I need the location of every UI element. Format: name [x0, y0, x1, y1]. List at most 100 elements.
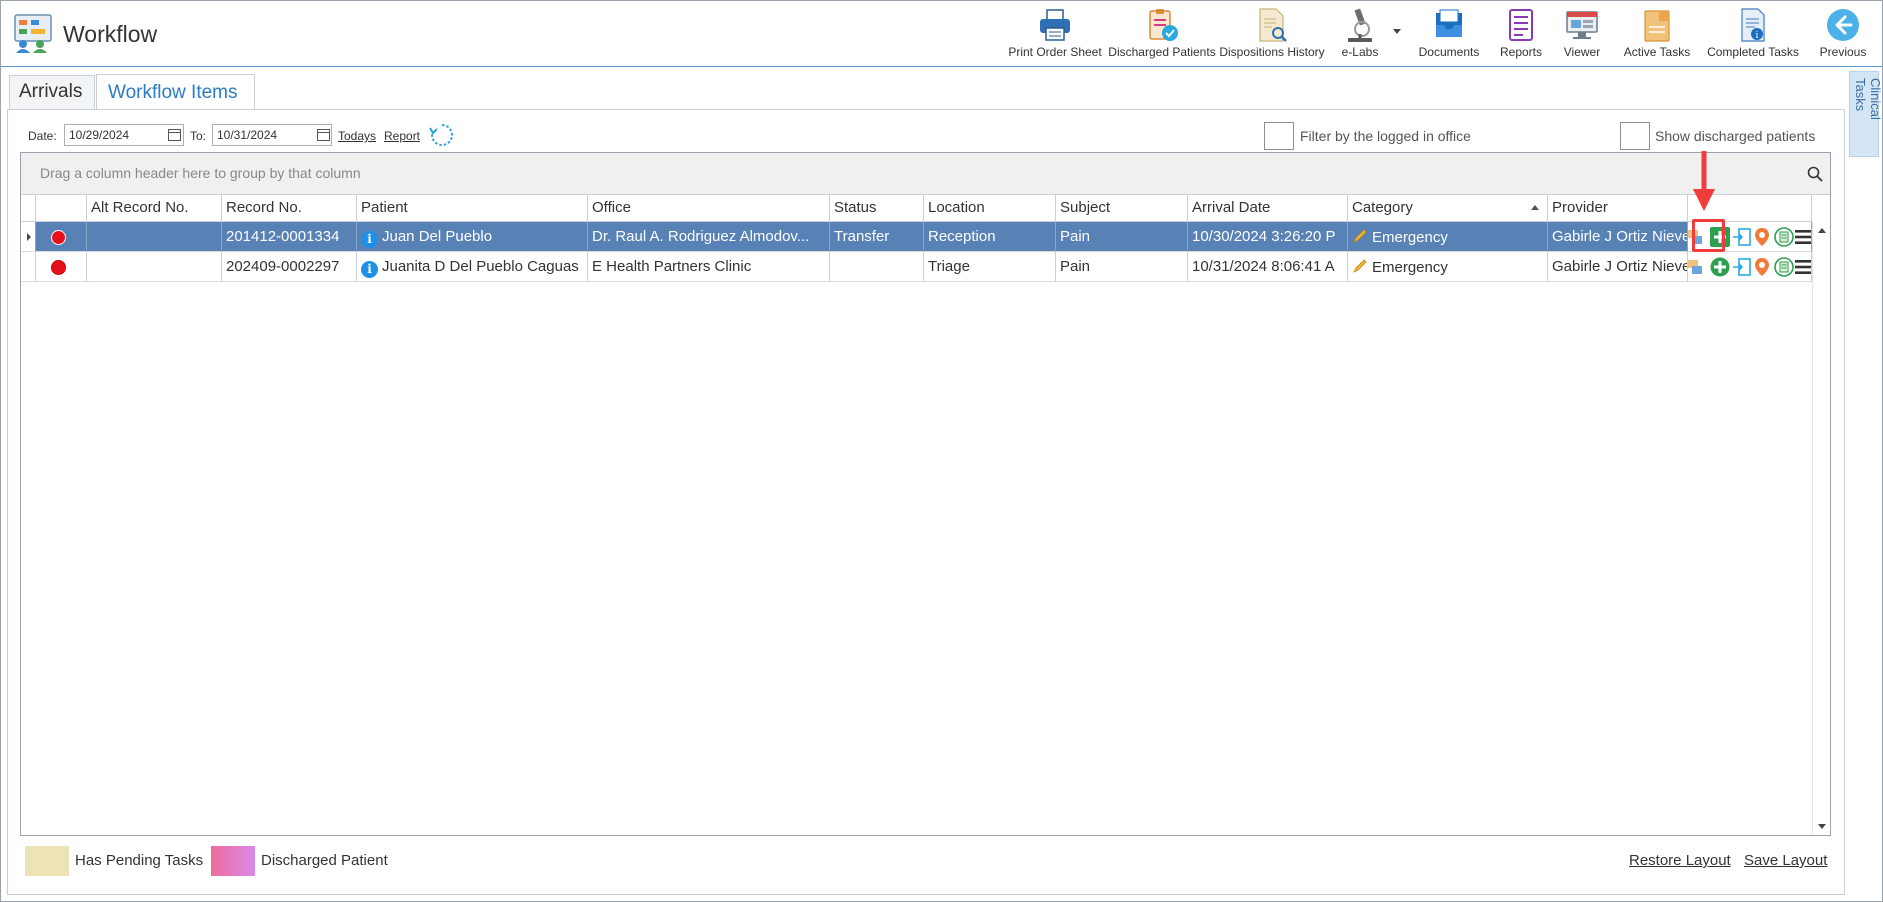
column-header-location[interactable]: Location — [924, 195, 1056, 222]
category-header-label: Category — [1352, 199, 1413, 216]
date-from-input[interactable]: 10/29/2024 — [64, 124, 184, 146]
completed-tasks-label: Completed Tasks — [1707, 45, 1799, 59]
column-header-arrival-date[interactable]: Arrival Date — [1188, 195, 1348, 222]
patient-cell: i Juan Del Pueblo — [357, 222, 588, 252]
alt-record-cell — [87, 252, 222, 282]
date-to-calendar-icon[interactable] — [317, 129, 330, 141]
workflow-grid: Drag a column header here to group by th… — [20, 152, 1831, 836]
previous-label: Previous — [1819, 45, 1867, 59]
to-label: To: — [190, 129, 207, 143]
status-dot-cell — [36, 252, 87, 282]
report-link[interactable]: Report — [384, 129, 420, 143]
monitor-icon — [1566, 11, 1598, 39]
save-layout-link[interactable]: Save Layout — [1744, 852, 1827, 869]
column-header-category[interactable]: Category — [1348, 195, 1548, 222]
patient-info-icon[interactable]: i — [361, 261, 378, 278]
column-header-record[interactable]: Record No. — [222, 195, 357, 222]
date-to-input[interactable]: 10/31/2024 — [212, 124, 332, 146]
location-cell: Triage — [924, 252, 1056, 282]
subject-cell: Pain — [1056, 252, 1188, 282]
column-header-subject[interactable]: Subject — [1056, 195, 1188, 222]
column-header-alt-record[interactable]: Alt Record No. — [87, 195, 222, 222]
column-header-status[interactable]: Status — [830, 195, 924, 222]
column-header-patient[interactable]: Patient — [357, 195, 588, 222]
date-to-value: 10/31/2024 — [217, 128, 278, 142]
svg-text:i: i — [1756, 31, 1759, 41]
discharged-patients-label: Discharged Patients — [1108, 45, 1216, 59]
menu-icon[interactable] — [1794, 257, 1812, 277]
workflow-logo-icon — [14, 14, 52, 53]
refresh-icon[interactable] — [429, 122, 455, 148]
table-row[interactable]: 202409-0002297 i Juanita D Del Pueblo Cag… — [21, 252, 1812, 282]
date-from-value: 10/29/2024 — [69, 128, 130, 142]
column-header-indicator — [21, 195, 36, 222]
category-cell: Emergency — [1348, 252, 1548, 282]
scroll-up-icon[interactable] — [1818, 228, 1826, 233]
annotation-highlight-box — [1692, 219, 1725, 252]
record-cell: 202409-0002297 — [222, 252, 357, 282]
reports-button[interactable]: Reports — [1491, 5, 1551, 65]
show-discharged-checkbox[interactable] — [1620, 122, 1650, 150]
dispositions-history-label: Dispositions History — [1219, 45, 1325, 59]
patient-info-icon[interactable]: i — [361, 231, 378, 248]
workflow-window: Workflow Print Order Sheet Discharged Pa… — [0, 0, 1883, 902]
active-tasks-button[interactable]: Active Tasks — [1619, 5, 1695, 65]
printer-icon — [1040, 9, 1070, 41]
status-dot-cell — [36, 222, 87, 252]
document-search-icon — [1259, 8, 1287, 42]
patient-cell: i Juanita D Del Pueblo Caguas — [357, 252, 588, 282]
clipboard-check-icon — [1149, 9, 1178, 41]
discharged-patients-button[interactable]: Discharged Patients — [1107, 5, 1217, 65]
actions-cell — [1688, 252, 1812, 282]
column-header-provider[interactable]: Provider — [1548, 195, 1688, 222]
pending-tasks-swatch — [25, 846, 69, 876]
group-by-panel[interactable]: Drag a column header here to group by th… — [21, 153, 1830, 195]
add-workflow-item-icon[interactable] — [1710, 257, 1730, 277]
previous-button[interactable]: Previous — [1813, 5, 1873, 65]
clinical-tasks-panel-tab[interactable]: Clinical Tasks — [1849, 71, 1883, 157]
sort-ascending-icon — [1531, 205, 1539, 210]
restore-layout-link[interactable]: Restore Layout — [1629, 852, 1731, 869]
e-labs-dropdown-caret-icon[interactable] — [1393, 29, 1401, 34]
table-row[interactable]: 201412-0001334 i Juan Del Pueblo Dr. Raul… — [21, 222, 1812, 252]
notes-circle-icon[interactable] — [1774, 257, 1794, 277]
dispositions-history-button[interactable]: Dispositions History — [1217, 5, 1327, 65]
transfer-in-icon[interactable] — [1732, 227, 1752, 247]
category-cell: Emergency — [1348, 222, 1548, 252]
date-from-calendar-icon[interactable] — [168, 129, 181, 141]
location-pin-icon[interactable] — [1752, 257, 1772, 277]
todays-link[interactable]: Todays — [338, 129, 376, 143]
e-labs-button[interactable]: e-Labs — [1335, 5, 1385, 65]
discharged-patient-label: Discharged Patient — [261, 852, 388, 869]
print-order-sheet-button[interactable]: Print Order Sheet — [1007, 5, 1103, 65]
scroll-down-icon[interactable] — [1818, 824, 1826, 829]
search-icon[interactable] — [1807, 166, 1823, 182]
row-indicator-cell — [21, 222, 36, 252]
pencil-icon — [1353, 229, 1367, 243]
pending-tasks-label: Has Pending Tasks — [75, 852, 204, 869]
notes-circle-icon[interactable] — [1774, 227, 1794, 247]
location-pin-icon[interactable] — [1752, 227, 1772, 247]
current-row-marker-icon — [27, 233, 31, 241]
alt-record-cell — [87, 222, 222, 252]
viewer-button[interactable]: Viewer — [1557, 5, 1607, 65]
arrival-date-cell: 10/30/2024 3:26:20 P — [1188, 222, 1348, 252]
tab-workflow-items[interactable]: Workflow Items — [96, 74, 255, 110]
transfer-in-icon[interactable] — [1732, 257, 1752, 277]
date-label: Date: — [28, 129, 57, 143]
column-header-status-dot[interactable] — [36, 195, 87, 222]
header-bar: Workflow Print Order Sheet Discharged Pa… — [1, 1, 1882, 67]
vertical-scrollbar[interactable] — [1812, 222, 1829, 835]
filter-office-checkbox[interactable] — [1264, 122, 1294, 150]
documents-button[interactable]: Documents — [1409, 5, 1489, 65]
completed-tasks-button[interactable]: i Completed Tasks — [1703, 5, 1803, 65]
pencil-icon — [1353, 259, 1367, 273]
discharged-patient-swatch — [211, 846, 255, 876]
report-icon — [1509, 9, 1533, 41]
menu-icon[interactable] — [1794, 227, 1812, 247]
print-order-sheet-label: Print Order Sheet — [1008, 45, 1102, 59]
tab-arrivals[interactable]: Arrivals — [9, 75, 95, 109]
column-header-office[interactable]: Office — [588, 195, 830, 222]
tasks-stack-icon[interactable] — [1688, 257, 1706, 277]
active-tasks-label: Active Tasks — [1623, 45, 1691, 59]
